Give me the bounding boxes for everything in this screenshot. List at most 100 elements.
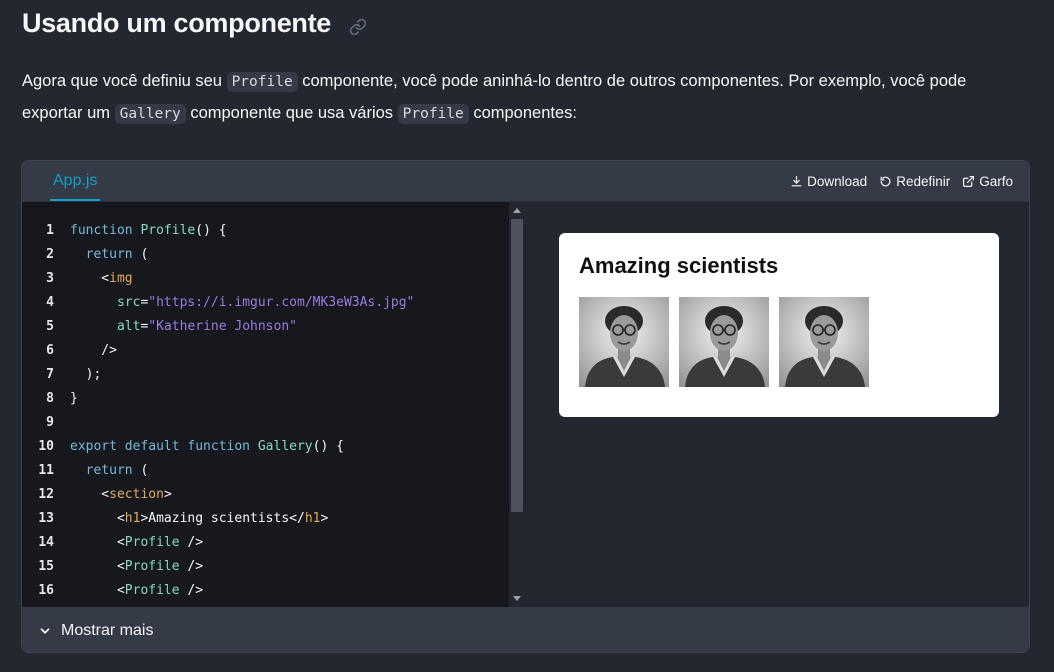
line-number: 9 — [46, 415, 54, 430]
line-number: 12 — [38, 487, 54, 502]
line-number: 13 — [38, 511, 54, 526]
code-line: 9 — [22, 411, 509, 435]
code-token: > — [320, 511, 329, 526]
line-content: /> — [56, 339, 117, 363]
photo-row — [579, 297, 869, 387]
code-editor[interactable]: 1 function Profile() {2 return (3 <img 4 s… — [22, 202, 525, 607]
line-content: return ( — [56, 459, 149, 483]
code-line: 15 <Profile /> — [22, 555, 509, 579]
line-number: 3 — [46, 271, 54, 286]
code-token: ( — [140, 247, 149, 262]
line-number: 4 — [46, 295, 54, 310]
scroll-up-arrow-icon[interactable] — [513, 208, 521, 213]
line-content: <img — [56, 267, 133, 291]
code-line: 10 export default function Gallery() { — [22, 435, 509, 459]
code-token: Profile — [124, 559, 180, 574]
code-token: /> — [70, 343, 117, 358]
line-number: 11 — [38, 463, 54, 478]
reset-button[interactable]: Redefinir — [879, 174, 950, 189]
preview-pane: Amazing scientists — [525, 202, 1029, 607]
line-content: src="https://i.imgur.com/MK3eW3As.jpg" — [56, 291, 414, 315]
show-more-button[interactable]: Mostrar mais — [22, 607, 1029, 652]
code-token: > — [163, 487, 172, 502]
intro-paragraph: Agora que você definiu seu Profile compo… — [22, 66, 1022, 130]
code-token: < — [70, 559, 125, 574]
page-title: Usando um componente — [22, 8, 332, 38]
inline-code-profile: Profile — [226, 72, 298, 92]
code-line: 8} — [22, 387, 509, 411]
code-token: /> — [179, 583, 204, 598]
line-content: <h1>Amazing scientists</h1> — [56, 507, 328, 531]
line-content — [56, 411, 70, 435]
fork-label: Garfo — [979, 173, 1013, 189]
tab-app-js[interactable]: App.js — [50, 161, 101, 201]
line-content: <Profile /> — [56, 531, 203, 555]
line-content: function Profile() { — [56, 219, 227, 243]
line-number: 1 — [46, 223, 54, 238]
code-token: "Katherine Johnson" — [148, 319, 297, 334]
profile-photo — [679, 297, 769, 387]
code-token: Profile — [140, 223, 196, 238]
line-content: ); — [56, 363, 102, 387]
line-content: return ( — [56, 243, 149, 267]
code-line: 11 return ( — [22, 459, 509, 483]
fork-button[interactable]: Garfo — [962, 174, 1013, 189]
code-token: return — [70, 247, 141, 262]
line-content: alt="Katherine Johnson" — [56, 315, 297, 339]
code-line: 13 <h1>Amazing scientists</h1> — [22, 507, 509, 531]
reset-label: Redefinir — [896, 173, 951, 189]
code-line: 14 <Profile /> — [22, 531, 509, 555]
link-icon[interactable] — [349, 18, 367, 36]
line-content: <section> — [56, 483, 172, 507]
intro-text: Agora que você definiu seu — [22, 72, 227, 90]
code-token: < — [70, 535, 125, 550]
code-token: < — [70, 511, 125, 526]
profile-photo — [779, 297, 869, 387]
code-token: alt — [70, 319, 141, 334]
code-token: < — [70, 271, 110, 286]
line-number: 8 — [46, 391, 54, 406]
code-token: export default function — [70, 439, 258, 454]
code-line: 1 function Profile() { — [22, 219, 509, 243]
line-number: 6 — [46, 343, 54, 358]
scroll-down-arrow-icon[interactable] — [513, 596, 521, 601]
code-token: Profile — [124, 583, 180, 598]
code-token: Gallery — [257, 439, 313, 454]
line-number: 5 — [46, 319, 54, 334]
code-token: section — [109, 487, 164, 502]
code-token: h1 — [304, 511, 321, 526]
code-line: 7 ); — [22, 363, 509, 387]
code-token: img — [109, 271, 133, 286]
sandbox-header: App.js Download Redefinir Garfo — [22, 161, 1029, 202]
editor-scrollbar[interactable] — [509, 202, 525, 607]
code-token: /> — [179, 535, 204, 550]
code-token: src — [70, 295, 141, 310]
code-line: 3 <img — [22, 267, 509, 291]
code-token: return — [70, 463, 141, 478]
code-token: "https://i.imgur.com/MK3eW3As.jpg" — [148, 295, 415, 310]
profile-photo — [579, 297, 669, 387]
code-token: ); — [70, 367, 102, 382]
code-line: 2 return ( — [22, 243, 509, 267]
code-line: 16 <Profile /> — [22, 579, 509, 603]
line-number: 7 — [46, 367, 54, 382]
line-content: <Profile /> — [56, 579, 203, 603]
code-token: Profile — [124, 535, 180, 550]
download-button[interactable]: Download — [790, 174, 867, 189]
code-line: 6 /> — [22, 339, 509, 363]
line-number: 15 — [38, 559, 54, 574]
code-token: function — [70, 223, 141, 238]
code-line: 12 <section> — [22, 483, 509, 507]
preview-card: Amazing scientists — [559, 233, 999, 417]
code-token: h1 — [124, 511, 141, 526]
preview-heading: Amazing scientists — [579, 253, 779, 278]
download-icon — [791, 175, 802, 186]
inline-code-profile: Profile — [397, 104, 469, 124]
code-token: >Amazing scientists</ — [140, 511, 305, 526]
code-token: } — [70, 391, 78, 406]
code-token: ( — [140, 463, 149, 478]
code-lines: 1 function Profile() {2 return (3 <img 4 s… — [22, 219, 509, 603]
intro-text: componentes: — [468, 104, 577, 122]
scroll-thumb[interactable] — [511, 219, 523, 512]
show-more-label: Mostrar mais — [61, 621, 154, 639]
